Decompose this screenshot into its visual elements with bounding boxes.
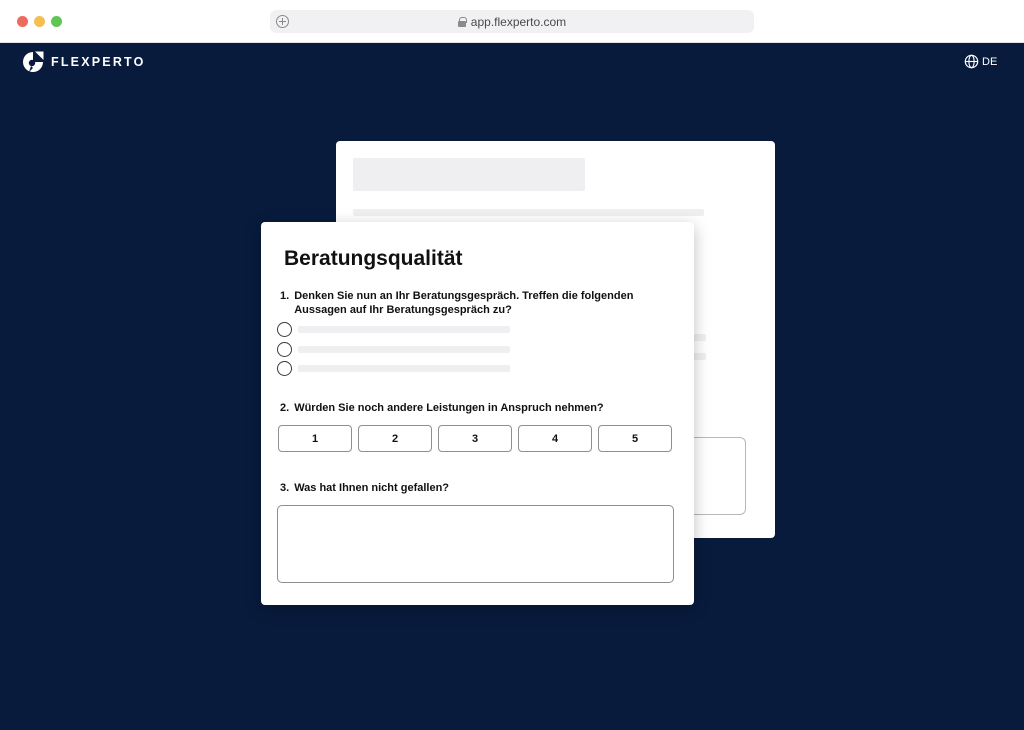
globe-icon bbox=[964, 54, 979, 69]
url-text: app.flexperto.com bbox=[470, 14, 567, 29]
survey-card: Beratungsqualität 1. Denken Sie nun an I… bbox=[261, 222, 694, 605]
question-text: Würden Sie noch andere Leistungen in Ans… bbox=[294, 402, 604, 414]
language-switcher[interactable]: DE bbox=[964, 54, 997, 69]
window-close-button[interactable] bbox=[17, 16, 28, 27]
answer-label-placeholder bbox=[298, 365, 510, 372]
address-bar[interactable]: app.flexperto.com bbox=[270, 10, 754, 33]
question-number: 3. bbox=[280, 482, 290, 494]
question-number: 2. bbox=[280, 402, 290, 414]
radio-button[interactable] bbox=[277, 342, 292, 357]
answer-option[interactable] bbox=[277, 361, 517, 377]
brand-name: FLEXPERTO bbox=[51, 55, 146, 69]
rating-button-2[interactable]: 2 bbox=[358, 425, 432, 452]
brand-logo[interactable]: FLEXPERTO bbox=[22, 51, 146, 73]
answer-label-placeholder bbox=[298, 326, 510, 333]
skeleton-line bbox=[353, 209, 704, 216]
rating-button-5[interactable]: 5 bbox=[598, 425, 672, 452]
question-2: 2. Würden Sie noch andere Leistungen in … bbox=[280, 401, 604, 415]
rating-button-1[interactable]: 1 bbox=[278, 425, 352, 452]
rating-button-3[interactable]: 3 bbox=[438, 425, 512, 452]
radio-button[interactable] bbox=[277, 322, 292, 337]
window-maximize-button[interactable] bbox=[51, 16, 62, 27]
survey-title: Beratungsqualität bbox=[284, 247, 463, 270]
question-text: Denken Sie nun an Ihr Beratungsgespräch.… bbox=[294, 290, 634, 316]
skeleton-textarea bbox=[694, 437, 746, 515]
lock-icon bbox=[457, 16, 467, 27]
browser-chrome: app.flexperto.com bbox=[0, 0, 1024, 43]
feedback-textarea[interactable] bbox=[277, 505, 674, 583]
question-number: 1. bbox=[280, 290, 290, 302]
skeleton-title bbox=[353, 158, 585, 191]
question-text: Was hat Ihnen nicht gefallen? bbox=[294, 482, 450, 494]
flexperto-logo-icon bbox=[23, 51, 44, 72]
window-minimize-button[interactable] bbox=[34, 16, 45, 27]
answer-label-placeholder bbox=[298, 346, 510, 353]
answer-option[interactable] bbox=[277, 342, 517, 358]
question-1: 1. Denken Sie nun an Ihr Beratungsgesprä… bbox=[280, 289, 660, 317]
rating-button-4[interactable]: 4 bbox=[518, 425, 592, 452]
language-label: DE bbox=[982, 55, 998, 68]
app-viewport: FLEXPERTO DE Beratungsqualität 1. Denken… bbox=[0, 43, 1024, 730]
answer-option[interactable] bbox=[277, 322, 517, 338]
radio-button[interactable] bbox=[277, 361, 292, 376]
question-3: 3. Was hat Ihnen nicht gefallen? bbox=[280, 481, 449, 495]
